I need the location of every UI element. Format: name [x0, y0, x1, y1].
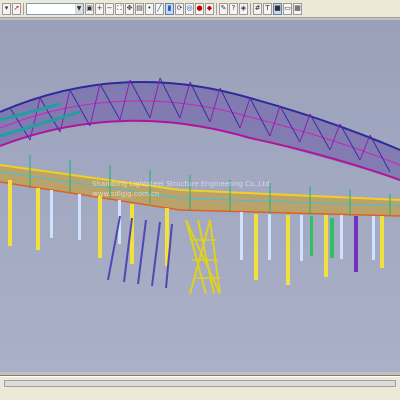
zoom-all-button[interactable]: ⛶: [115, 2, 124, 15]
pan-icon: ✥: [126, 4, 133, 12]
section-icon: ▤: [136, 4, 143, 12]
highlight-icon: ✎: [220, 4, 227, 12]
text-button[interactable]: T: [263, 2, 272, 15]
load-button[interactable]: ▮: [165, 2, 174, 15]
text-icon: T: [265, 4, 270, 12]
color-icon: ●: [196, 4, 203, 12]
zoom-in-icon: +: [96, 4, 103, 12]
print-button[interactable]: ■: [273, 2, 282, 15]
cursor-arrow-icon: ➚: [13, 4, 20, 12]
grid-icon: #: [254, 4, 261, 12]
main-toolbar: ▾ ➚ ▼ ▣ + − ⛶ ✥ ▤ • ╱ ▮ ⟳ ◎ ● ◆ ✎ ? ◈ # …: [0, 0, 400, 18]
view-options-button[interactable]: ▾: [2, 2, 11, 15]
query-icon: ?: [231, 4, 236, 12]
window-button[interactable]: ▭: [283, 2, 292, 15]
render-button[interactable]: ◈: [239, 2, 248, 15]
toolbar-separator: [23, 2, 24, 15]
toolbar-separator: [216, 2, 217, 15]
beam-icon: ╱: [157, 4, 162, 12]
zoom-out-icon: −: [106, 4, 113, 12]
horizontal-scrollbar[interactable]: [4, 380, 396, 387]
tile-button[interactable]: ▦: [293, 2, 302, 15]
zoom-window-icon: ▣: [86, 4, 93, 12]
zoom-in-button[interactable]: +: [95, 2, 104, 15]
shade-button[interactable]: ◆: [205, 2, 214, 15]
render-icon: ◈: [240, 4, 247, 12]
color-button[interactable]: ●: [195, 2, 204, 15]
load-icon: ▮: [167, 4, 172, 12]
print-icon: ■: [274, 4, 281, 12]
pan-button[interactable]: ✥: [125, 2, 134, 15]
front-view-button[interactable]: ◎: [185, 2, 194, 15]
structure-model: Shandong Lightsteel Structure Engineerin…: [0, 77, 400, 295]
section-button[interactable]: ▤: [135, 2, 144, 15]
dropdown-arrow-icon: ▾: [4, 4, 9, 12]
highlight-button[interactable]: ✎: [219, 2, 228, 15]
node-button[interactable]: •: [145, 2, 154, 15]
select-button[interactable]: ➚: [12, 2, 21, 15]
zoom-all-icon: ⛶: [117, 4, 122, 12]
watermark-line1: Shandong Lightsteel Structure Engineerin…: [92, 180, 270, 188]
rotate-button[interactable]: ⟳: [175, 2, 184, 15]
watermark-line2: www.sdlgjg.com.cn: [92, 190, 159, 198]
query-button[interactable]: ?: [229, 2, 238, 15]
zoom-out-button[interactable]: −: [105, 2, 114, 15]
tile-icon: ▦: [294, 4, 301, 12]
grid-button[interactable]: #: [253, 2, 262, 15]
shade-icon: ◆: [206, 4, 213, 12]
beam-button[interactable]: ╱: [155, 2, 164, 15]
rotate-icon: ⟳: [176, 4, 183, 12]
view-combo-box[interactable]: ▼: [26, 2, 84, 15]
window-icon: ▭: [284, 4, 291, 12]
chevron-down-icon[interactable]: ▼: [75, 3, 83, 14]
toolbar-separator: [250, 2, 251, 15]
node-icon: •: [147, 4, 152, 12]
roof-truss: [0, 77, 400, 181]
model-viewport[interactable]: Shandong Lightsteel Structure Engineerin…: [0, 20, 400, 372]
zoom-window-button[interactable]: ▣: [85, 2, 94, 15]
front-view-icon: ◎: [186, 4, 193, 12]
inclined-struts: [107, 215, 221, 295]
